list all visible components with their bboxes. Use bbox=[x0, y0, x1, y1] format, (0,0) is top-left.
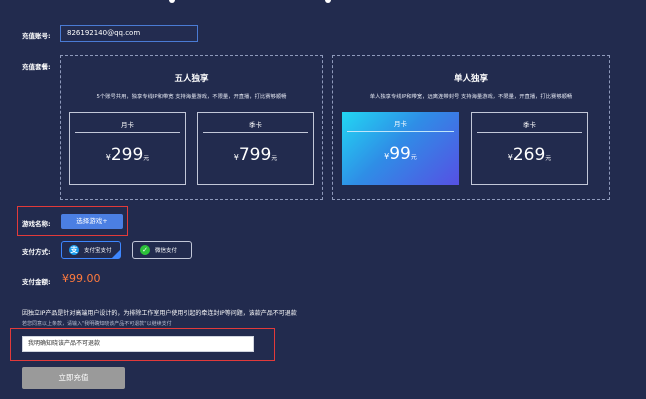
select-game-button[interactable]: 选择游戏+ bbox=[61, 214, 123, 229]
plan-group-title: 单人独享 bbox=[453, 74, 488, 84]
price-value: 299 bbox=[110, 145, 144, 165]
amount-value: ¥99.00 bbox=[62, 272, 101, 285]
plan-card-price: ¥269元 bbox=[472, 145, 587, 165]
plan-card-price: ¥99元 bbox=[342, 144, 459, 164]
top-dot-right bbox=[325, 0, 331, 3]
refund-subnotice: 若您同意以上条款，请输入"我明确知晓该产品不可退款"以继续支付 bbox=[22, 321, 172, 327]
plan-group-desc: 单人独享专线IP和带宽，远离连带封号 支持海量游戏，不限量，开直播，打比赛够顺畅 bbox=[369, 94, 573, 100]
selected-corner-indicator bbox=[112, 250, 120, 258]
account-input[interactable]: 826192140@qq.com bbox=[60, 25, 198, 42]
price-unit: 元 bbox=[143, 155, 150, 162]
confirm-input[interactable]: 我明确知晓该产品不可退款 bbox=[22, 336, 254, 352]
submit-button[interactable]: 立即充值 bbox=[22, 367, 125, 389]
plan-card-monthly[interactable]: 月卡 ¥99元 bbox=[342, 112, 459, 185]
plan-card-monthly[interactable]: 月卡 ¥299元 bbox=[69, 112, 186, 185]
price-unit: 元 bbox=[545, 155, 552, 162]
price-value: 99 bbox=[389, 144, 411, 164]
plan-card-name: 季卡 bbox=[249, 121, 262, 129]
plan-card-name: 月卡 bbox=[394, 120, 407, 128]
price-unit: 元 bbox=[410, 154, 417, 161]
price-unit: 元 bbox=[271, 155, 278, 162]
alipay-icon: 支 bbox=[69, 245, 79, 255]
divider bbox=[347, 131, 454, 132]
plan-card-name: 月卡 bbox=[121, 121, 134, 129]
plan-card-price: ¥799元 bbox=[198, 145, 313, 165]
payment-option-label: 支付宝支付 bbox=[84, 248, 112, 254]
wechat-icon: ✓ bbox=[140, 245, 150, 255]
account-label: 充值账号: bbox=[22, 32, 51, 40]
plan-card-price: ¥299元 bbox=[70, 145, 185, 165]
price-value: 269 bbox=[512, 145, 546, 165]
plan-group-single: 单人独享 单人独享专线IP和带宽，远离连带封号 支持海量游戏，不限量，开直播，打… bbox=[332, 55, 610, 200]
divider bbox=[203, 132, 308, 133]
plan-card-name: 季卡 bbox=[523, 121, 536, 129]
divider bbox=[75, 132, 180, 133]
top-dot-left bbox=[169, 0, 175, 3]
payment-label: 支付方式: bbox=[22, 248, 51, 256]
payment-option-label: 微信支付 bbox=[155, 248, 178, 254]
plan-group-title: 五人独享 bbox=[174, 74, 209, 84]
divider bbox=[477, 132, 582, 133]
plan-group-desc: 5个账号共用，独享专线IP和带宽 支持海量游戏，不限量，开直播，打比赛够顺畅 bbox=[96, 94, 287, 100]
plan-card-quarterly[interactable]: 季卡 ¥799元 bbox=[197, 112, 314, 185]
game-label: 游戏名称: bbox=[22, 220, 51, 228]
wechat-pay-option[interactable]: ✓ 微信支付 bbox=[132, 241, 192, 259]
plans-label: 充值套餐: bbox=[22, 63, 51, 71]
refund-notice: 因独立IP产品是针对高端用户设计的，为排除工作室用户使用引起的牵连封IP等问题，… bbox=[22, 310, 297, 317]
price-value: 799 bbox=[238, 145, 272, 165]
amount-label: 支付金额: bbox=[22, 278, 51, 286]
plan-group-five: 五人独享 5个账号共用，独享专线IP和带宽 支持海量游戏，不限量，开直播，打比赛… bbox=[60, 55, 323, 200]
alipay-option[interactable]: 支 支付宝支付 bbox=[61, 241, 121, 259]
plan-card-quarterly[interactable]: 季卡 ¥269元 bbox=[471, 112, 588, 185]
